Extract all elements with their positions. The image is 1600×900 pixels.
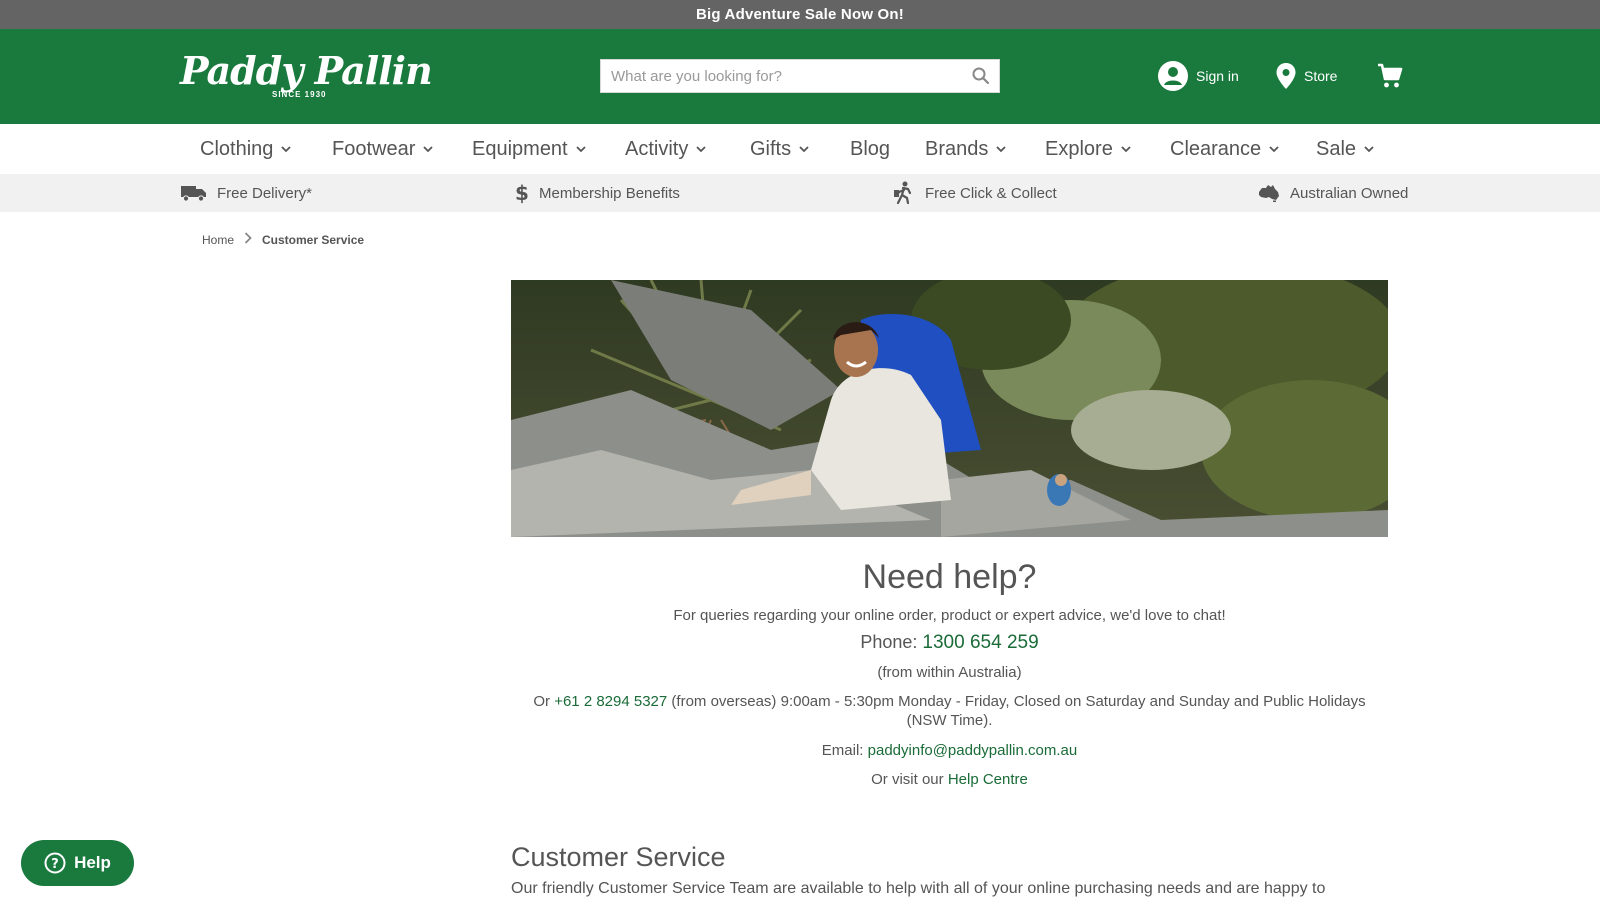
sign-in-label: Sign in xyxy=(1196,68,1239,84)
store-link[interactable]: Store xyxy=(1276,59,1337,93)
svg-text:$: $ xyxy=(515,182,529,204)
overseas-phone-link[interactable]: +61 2 8294 5327 xyxy=(554,693,667,710)
nav-item-equipment[interactable]: Equipment xyxy=(472,124,586,174)
cart-icon xyxy=(1378,63,1403,88)
hero-image xyxy=(511,280,1388,537)
chevron-down-icon xyxy=(996,146,1007,153)
australia-icon xyxy=(1259,185,1279,202)
phone-note: (from within Australia) xyxy=(877,664,1022,681)
account-icon xyxy=(1158,61,1188,91)
logo-since: SINCE 1930 xyxy=(272,90,327,99)
chevron-down-icon xyxy=(799,146,809,153)
logo-wordmark: Paddy Pallin xyxy=(180,48,433,93)
need-help-heading: Need help? xyxy=(862,558,1037,596)
nav-item-label: Explore xyxy=(1045,138,1113,160)
usp-label: Australian Owned xyxy=(1290,184,1409,202)
usp-label: Free Delivery* xyxy=(217,184,313,202)
nav-item-label: Brands xyxy=(925,138,989,160)
nav-item-label: Clearance xyxy=(1170,138,1262,160)
email-label: Email: xyxy=(821,742,864,759)
breadcrumb: Home Customer Service xyxy=(202,232,364,247)
main-nav: Clothing Footwear Equipment Activity Gif… xyxy=(0,124,1600,174)
svg-text:?: ? xyxy=(51,857,59,872)
nav-item-label: Gifts xyxy=(750,138,792,160)
walker-icon xyxy=(894,181,912,205)
usp-australian-owned[interactable]: Australian Owned xyxy=(1258,174,1408,212)
chevron-down-icon xyxy=(1121,146,1131,153)
paddy-pallin-logo[interactable]: Paddy Pallin SINCE 1930 xyxy=(180,48,433,108)
email-link[interactable]: paddyinfo@paddypallin.com.au xyxy=(868,742,1078,759)
nav-item-label: Blog xyxy=(850,138,891,160)
dollar-icon: $ xyxy=(515,182,529,204)
email-line: Email: paddyinfo@paddypallin.com.au xyxy=(511,741,1388,760)
truck-icon xyxy=(181,186,206,202)
overseas-note: (from overseas) 9:00am - 5:30pm Monday -… xyxy=(671,693,1366,729)
help-centre-line: Or visit our Help Centre xyxy=(511,770,1388,789)
help-centre-link[interactable]: Help Centre xyxy=(948,771,1028,788)
chevron-down-icon xyxy=(1269,146,1279,153)
nav-item-blog[interactable]: Blog xyxy=(850,124,890,174)
usp-bar: Free Delivery* $ Membership Benefits Fre… xyxy=(0,174,1600,212)
usp-click-collect[interactable]: Free Click & Collect xyxy=(893,174,1057,212)
chevron-right-icon xyxy=(244,232,252,247)
nav-item-clothing[interactable]: Clothing xyxy=(200,124,292,174)
nav-item-footwear[interactable]: Footwear xyxy=(332,124,434,174)
nav-item-label: Footwear xyxy=(332,138,416,160)
usp-label: Membership Benefits xyxy=(539,184,680,202)
phone-label: Phone: xyxy=(860,632,918,652)
chevron-down-icon xyxy=(1364,146,1374,153)
search-icon[interactable] xyxy=(971,66,991,86)
store-label: Store xyxy=(1304,68,1338,84)
search-input[interactable] xyxy=(601,60,951,92)
nav-item-activity[interactable]: Activity xyxy=(625,124,706,174)
usp-free-delivery[interactable]: Free Delivery* xyxy=(181,174,312,212)
overseas-line: Or +61 2 8294 5327 (from overseas) 9:00a… xyxy=(511,692,1388,730)
promo-text[interactable]: Big Adventure Sale Now On! xyxy=(696,6,904,23)
nav-item-label: Sale xyxy=(1316,138,1357,160)
breadcrumb-current: Customer Service xyxy=(262,232,365,247)
nav-item-clearance[interactable]: Clearance xyxy=(1170,124,1279,174)
chevron-down-icon xyxy=(696,146,706,153)
nav-item-sale[interactable]: Sale xyxy=(1316,124,1374,174)
usp-membership-benefits[interactable]: $ Membership Benefits xyxy=(515,174,680,212)
phone-line: Phone: 1300 654 259 xyxy=(511,632,1388,653)
nav-item-gifts[interactable]: Gifts xyxy=(750,124,809,174)
nav-item-label: Equipment xyxy=(472,138,568,160)
chevron-down-icon xyxy=(575,146,586,153)
help-widget-button[interactable]: ? Help xyxy=(21,840,134,886)
cart-link[interactable] xyxy=(1376,59,1412,93)
usp-label: Free Click & Collect xyxy=(925,184,1057,202)
breadcrumb-home[interactable]: Home xyxy=(202,233,234,247)
search-bar xyxy=(600,59,1000,93)
location-pin-icon xyxy=(1276,63,1296,89)
promo-banner[interactable]: Big Adventure Sale Now On! xyxy=(0,0,1600,29)
nav-item-brands[interactable]: Brands xyxy=(925,124,1007,174)
site-header: Paddy Pallin SINCE 1930 Sign in Store xyxy=(0,29,1600,124)
or-label: Or xyxy=(533,693,551,710)
phone-link[interactable]: 1300 654 259 xyxy=(922,632,1038,653)
chevron-down-icon xyxy=(423,146,434,153)
sign-in-link[interactable]: Sign in xyxy=(1158,59,1239,93)
nav-item-label: Activity xyxy=(625,138,689,160)
customer-service-text: Our friendly Customer Service Team are a… xyxy=(511,880,1326,897)
help-intro: For queries regarding your online order,… xyxy=(673,607,1226,624)
nav-item-explore[interactable]: Explore xyxy=(1045,124,1131,174)
help-widget-label: Help xyxy=(74,853,111,872)
chevron-down-icon xyxy=(281,146,292,153)
visit-label: Or visit our xyxy=(871,771,944,788)
customer-service-heading: Customer Service xyxy=(511,842,726,872)
question-icon: ? xyxy=(44,852,66,874)
nav-item-label: Clothing xyxy=(200,138,274,160)
